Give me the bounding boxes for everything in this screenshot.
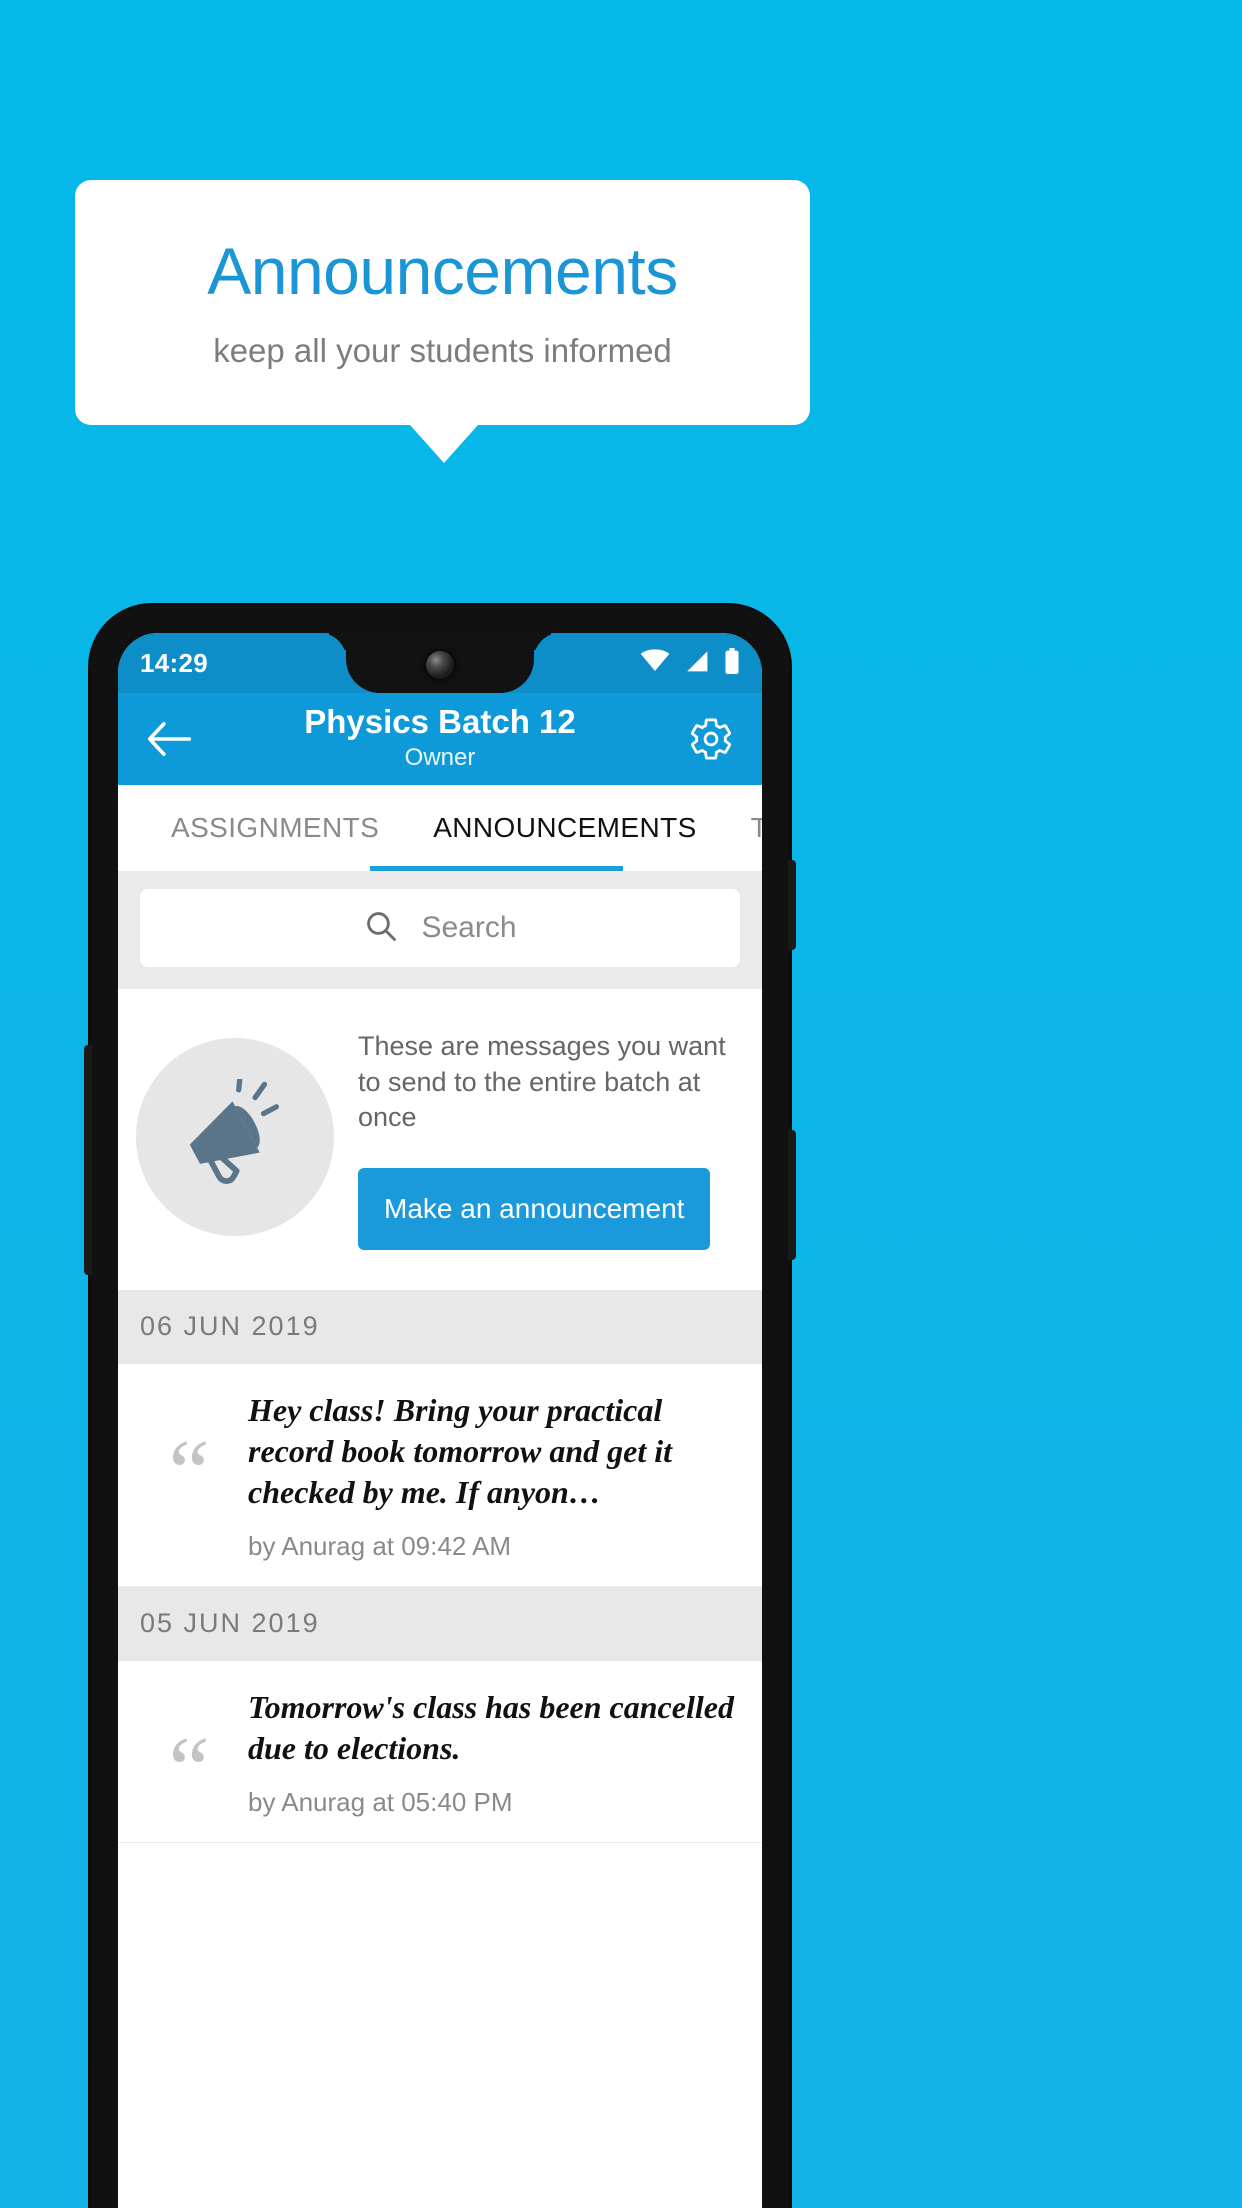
announcement-body: Tomorrow's class has been cancelled due … (248, 1687, 744, 1818)
headline-card: Announcements keep all your students inf… (75, 180, 810, 425)
tab-announcements[interactable]: ANNOUNCEMENTS (406, 785, 723, 871)
headline-title: Announcements (207, 234, 678, 309)
status-time: 14:29 (140, 647, 208, 678)
tab-assignments[interactable]: ASSIGNMENTS (144, 785, 406, 871)
search-placeholder: Search (421, 911, 517, 944)
search-input[interactable]: Search (140, 889, 740, 967)
announcement-body: Hey class! Bring your practical record b… (248, 1390, 744, 1562)
announcement-item[interactable]: “ Hey class! Bring your practical record… (118, 1363, 762, 1587)
quote-icon: “ (168, 1420, 210, 1523)
back-arrow-icon[interactable] (142, 712, 196, 766)
speech-bubble-tail (410, 425, 478, 463)
page-title: Physics Batch 12 (304, 702, 576, 740)
page-subtitle: Owner (404, 743, 476, 771)
tab-bar: ASSIGNMENTS ANNOUNCEMENTS TESTS \ (118, 785, 762, 871)
promo-content: These are messages you want to send to t… (358, 1025, 738, 1250)
search-section: Search (118, 871, 762, 989)
date-header: 05 JUN 2019 (118, 1586, 762, 1661)
quote-icon: “ (168, 1717, 210, 1820)
gear-icon[interactable] (684, 712, 738, 766)
search-icon (363, 908, 399, 949)
phone-notch (346, 633, 534, 693)
phone-power-button (788, 860, 796, 950)
signal-icon (684, 649, 710, 678)
app-bar-titles: Physics Batch 12 Owner (196, 703, 684, 773)
active-tab-indicator (370, 866, 623, 871)
phone-frame: 14:29 Physics Batch 12 Owner ASSIGNMENTS… (84, 605, 796, 2208)
announcement-text: Tomorrow's class has been cancelled due … (248, 1688, 734, 1766)
phone-volume-button (788, 1130, 796, 1260)
status-icons (640, 647, 740, 679)
make-announcement-button[interactable]: Make an announcement (358, 1167, 711, 1250)
app-bar: Physics Batch 12 Owner (118, 693, 762, 785)
promo-description: These are messages you want to send to t… (358, 1031, 726, 1133)
battery-icon (724, 647, 740, 679)
announcement-meta: by Anurag at 09:42 AM (248, 1530, 512, 1561)
announcement-text: Hey class! Bring your practical record b… (248, 1391, 673, 1510)
phone-screen: 14:29 Physics Batch 12 Owner ASSIGNMENTS… (118, 633, 762, 2208)
date-header: 06 JUN 2019 (118, 1289, 762, 1364)
announcement-meta: by Anurag at 05:40 PM (248, 1786, 513, 1817)
wifi-icon (640, 648, 670, 678)
megaphone-icon (136, 1038, 334, 1237)
headline-subtitle: keep all your students informed (213, 331, 672, 369)
announcement-promo: These are messages you want to send to t… (118, 989, 762, 1290)
front-camera (426, 651, 454, 679)
announcement-item[interactable]: “ Tomorrow's class has been cancelled du… (118, 1660, 762, 1843)
tab-tests[interactable]: TESTS (724, 785, 762, 871)
phone-side-button (84, 1045, 92, 1275)
